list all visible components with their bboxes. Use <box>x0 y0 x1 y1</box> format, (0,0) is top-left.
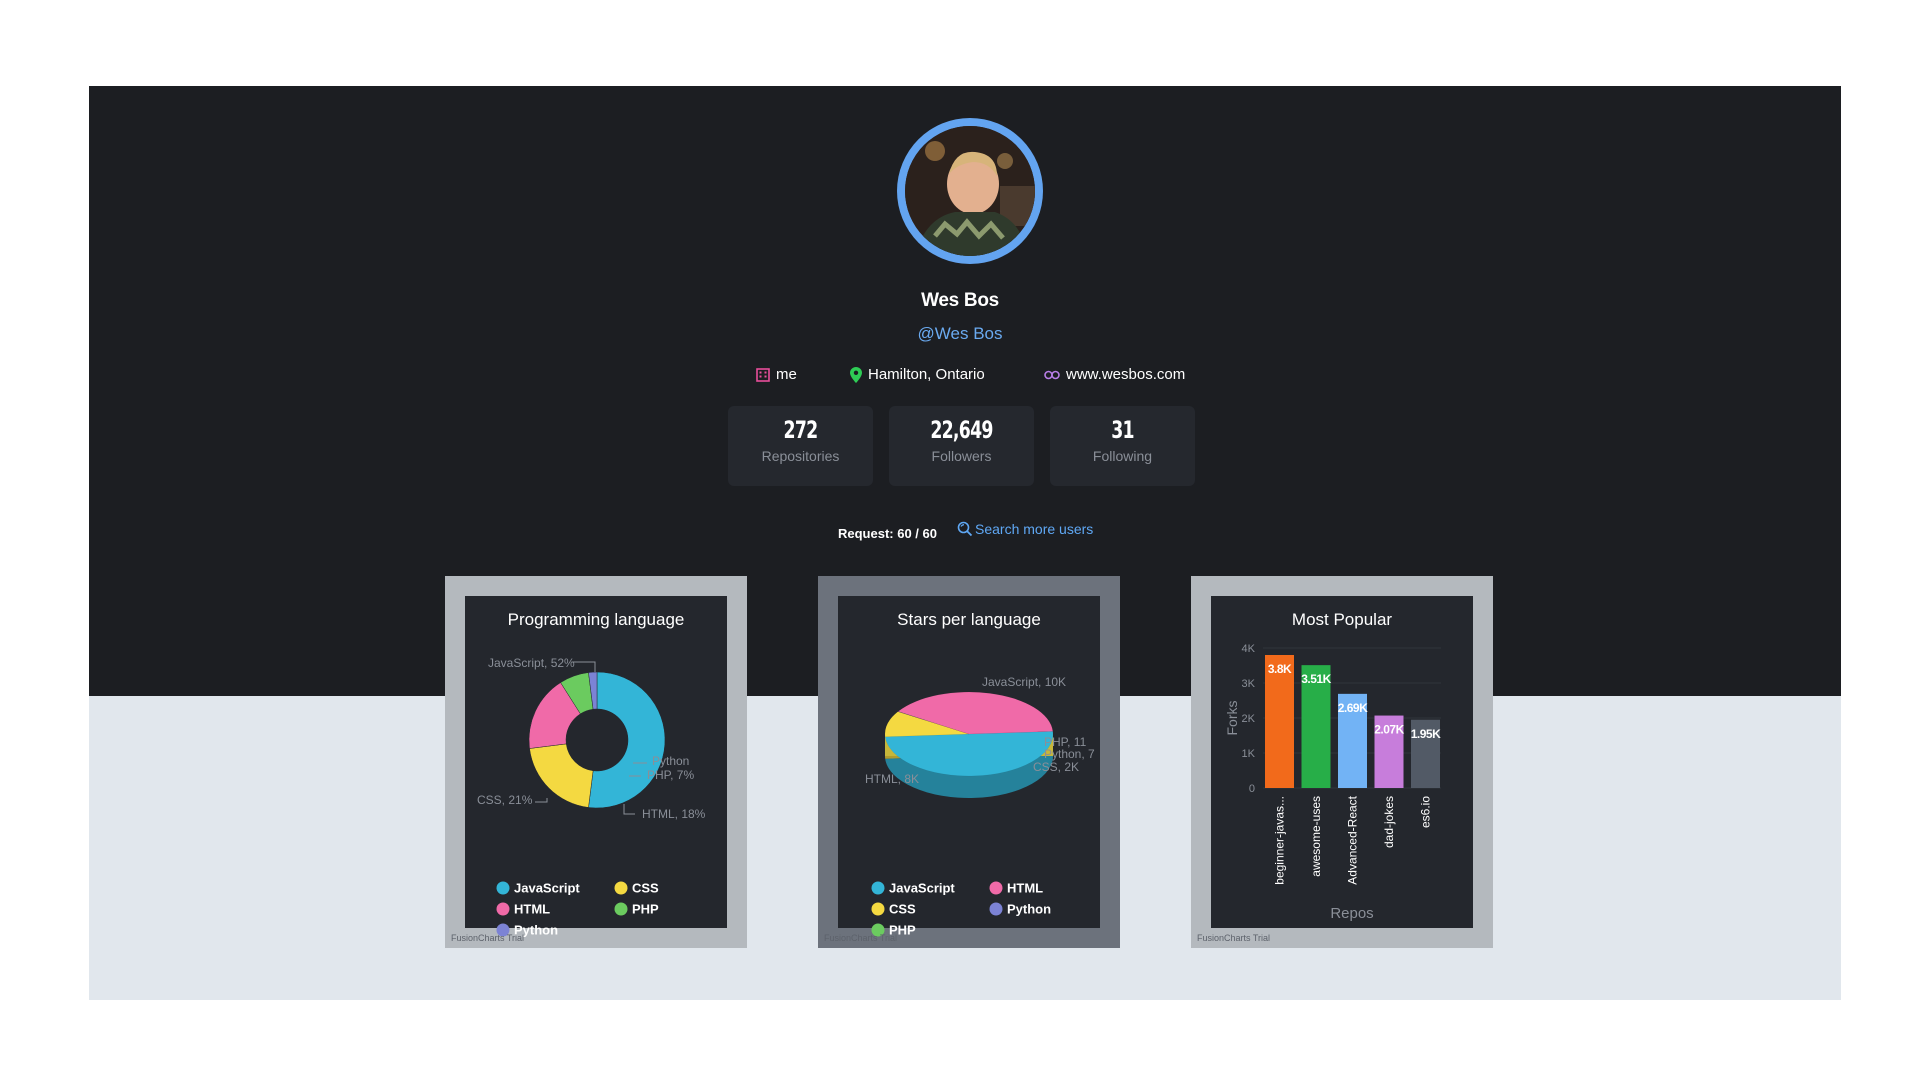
slice-label-html: HTML, 18% <box>642 807 706 821</box>
trial-watermark: FusionCharts Trial <box>1197 933 1271 943</box>
slice-label-python: Python <box>652 754 689 768</box>
slice-label-javascript: JavaScript, 10K <box>982 675 1066 689</box>
company-text: me <box>776 366 797 383</box>
stat-label: Repositories <box>761 448 840 464</box>
building-icon <box>756 367 770 382</box>
slice-label-javascript: JavaScript, 52% <box>488 656 575 670</box>
y-tick-label: 4K <box>1242 643 1256 655</box>
y-axis-label: Forks <box>1224 701 1240 736</box>
stat-repositories: 272 Repositories <box>728 406 873 486</box>
avatar-ring <box>897 118 1043 264</box>
legend-label-html: HTML <box>1007 881 1043 896</box>
legend-marker-javascript <box>496 881 510 895</box>
company-info: me <box>756 366 797 383</box>
legend-label-python: Python <box>1007 902 1051 917</box>
x-tick-label: dad-jokes <box>1382 796 1396 848</box>
slice-label-php: PHP, 7% <box>647 768 694 782</box>
map-pin-icon <box>850 366 862 383</box>
y-tick-label: 0 <box>1249 783 1255 795</box>
location-info: Hamilton, Ontario <box>850 366 985 383</box>
stat-value: 22,649 <box>930 416 993 444</box>
bar-value-label: 3.8K <box>1268 662 1292 676</box>
y-tick-label: 1K <box>1242 748 1256 760</box>
x-tick-label: Advanced-React <box>1346 795 1360 884</box>
leader-line <box>623 804 635 815</box>
leader-line <box>572 661 596 672</box>
trial-watermark: FusionCharts Trial <box>824 933 898 943</box>
chart-card-programming-language: Programming language JavaScript, 52% CSS,… <box>445 576 747 948</box>
stat-label: Followers <box>931 448 992 464</box>
legend-label-css: CSS <box>632 881 659 896</box>
trial-watermark: FusionCharts Trial <box>451 933 525 943</box>
website-info[interactable]: www.wesbos.com <box>1044 366 1185 383</box>
chart-card-most-popular: Most Popular 0 1K 2K 3K 4K Forks 3.8K beginner-… <box>1191 576 1493 948</box>
request-counter: Request: 60 / 60 <box>838 526 937 541</box>
slice-javascript <box>588 671 666 809</box>
slice-label-html: HTML, 8K <box>865 772 919 786</box>
avatar[interactable] <box>905 126 1035 256</box>
x-tick-label: awesome-uses <box>1309 796 1323 877</box>
profile-name: Wes Bos <box>921 290 999 311</box>
stat-label: Following <box>1092 448 1153 464</box>
profile-handle[interactable]: @Wes Bos <box>0 324 1920 344</box>
link-icon <box>1044 370 1060 379</box>
y-tick-label: 2K <box>1242 713 1256 725</box>
stat-value: 272 <box>783 416 819 444</box>
legend-label-php: PHP <box>632 902 659 917</box>
legend-label-javascript: JavaScript <box>889 881 955 896</box>
y-tick-label: 3K <box>1242 678 1256 690</box>
website-link[interactable]: www.wesbos.com <box>1066 366 1185 383</box>
bar-value-label: 2.69K <box>1338 701 1368 715</box>
doughnut-chart: JavaScript, 52%CSS, 21%HTML, 18%PHP, 7%P… <box>477 656 706 938</box>
legend-marker-python <box>989 902 1003 916</box>
stat-value: 31 <box>1111 416 1134 444</box>
search-more-users-label[interactable]: Search more users <box>975 521 1093 537</box>
legend-marker-javascript <box>871 881 885 895</box>
location-text: Hamilton, Ontario <box>868 366 985 383</box>
slice-label-css: CSS, 21% <box>477 793 533 807</box>
search-more-users-link[interactable]: Search more users <box>957 521 1093 537</box>
slice-label-php: PHP, 11 <box>1044 735 1087 749</box>
legend-marker-css <box>871 902 885 916</box>
pie-chart-3d: JavaScript, 10KHTML, 8KCSS, 2KPython, 7P… <box>865 675 1095 938</box>
stat-followers: 22,649 Followers <box>889 406 1034 486</box>
slice-label-css: CSS, 2K <box>1033 760 1079 774</box>
legend-marker-php <box>614 902 628 916</box>
legend-marker-css <box>614 881 628 895</box>
legend-marker-html <box>496 902 510 916</box>
stat-following: 31 Following <box>1050 406 1195 486</box>
search-icon <box>957 521 973 537</box>
slice-label-python: Python, 7 <box>1044 747 1095 761</box>
legend-label-javascript: JavaScript <box>514 881 580 896</box>
bar-value-label: 2.07K <box>1374 723 1404 737</box>
slice-css <box>529 743 594 808</box>
legend-marker-html <box>989 881 1003 895</box>
x-axis-label: Repos <box>1330 905 1373 922</box>
chart-card-stars-per-language: Stars per language JavaScript, 10K HTML, … <box>818 576 1120 948</box>
bar-value-label: 3.51K <box>1301 672 1331 686</box>
bar-chart: 0 1K 2K 3K 4K Forks 3.8K beginner-javas... 3.51K… <box>1224 643 1442 922</box>
legend-label-html: HTML <box>514 902 550 917</box>
legend-label-css: CSS <box>889 902 916 917</box>
x-tick-label: beginner-javas... <box>1273 796 1287 885</box>
leader-line <box>535 798 548 803</box>
bar-value-label: 1.95K <box>1411 727 1441 741</box>
x-tick-label: es6.io <box>1419 796 1433 828</box>
